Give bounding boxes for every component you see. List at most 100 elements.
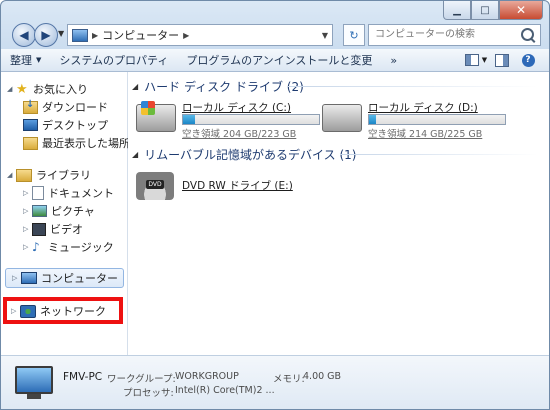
star-icon: ★ [16,81,28,97]
tree-libraries[interactable]: ◢ ライブラリ [7,166,91,184]
system-properties-button[interactable]: システムのプロパティ [50,49,177,71]
group-divider [340,154,538,155]
refresh-icon: ↻ [349,28,359,42]
tree-label: 最近表示した場所 [42,137,130,150]
breadcrumb-separator-icon[interactable]: ▶ [92,31,98,40]
drive-usage-bar [182,114,320,125]
group-header-label: ハード ディスク ドライブ (2) [144,79,304,94]
workgroup-value: WORKGROUP [175,371,239,382]
download-folder-icon [23,99,38,114]
tree-label: ミュージック [48,241,114,254]
processor-label: プロセッサ: [123,388,174,399]
address-bar[interactable]: ▶ コンピューター ▶ ▼ [67,24,333,46]
dvd-label: DVD [146,180,164,189]
search-input[interactable] [369,25,515,43]
dvd-drive-icon: DVD [136,172,174,200]
recent-pages-dropdown[interactable]: ▼ [58,29,64,38]
tree-label: お気に入り [33,83,88,96]
tree-collapsed-icon[interactable]: ▷ [23,207,32,215]
tree-label: ドキュメント [48,187,114,200]
forward-button[interactable]: ▶ [34,23,58,47]
tree-computer[interactable]: ▷ コンピューター [5,268,124,288]
video-icon [32,222,46,236]
pc-name: FMV-PC [63,371,103,383]
drive-c[interactable]: ローカル ディスク (C:) 空き領域 204 GB/223 GB [136,98,326,140]
workgroup-label: ワークグループ: [107,374,176,385]
group-divider [288,86,538,87]
breadcrumb-separator-icon[interactable]: ▶ [183,31,189,40]
uninstall-program-label: プログラムのアンインストールと変更 [186,54,373,67]
uninstall-program-button[interactable]: プログラムのアンインストールと変更 [177,49,381,71]
minimize-button[interactable]: ▁ [443,1,471,20]
maximize-button[interactable]: □ [471,1,499,20]
search-icon[interactable] [521,28,534,41]
tree-pictures[interactable]: ▷ ピクチャ [23,202,95,220]
breadcrumb-computer[interactable]: コンピューター [102,27,179,43]
highlight-frame [3,297,123,324]
tree-desktop[interactable]: デスクトップ [23,116,108,134]
drive-free-space: 空き領域 214 GB/225 GB [368,129,483,140]
tree-favorites[interactable]: ◢ ★ お気に入り [7,80,88,98]
tree-label: ビデオ [50,223,83,236]
tree-label: ダウンロード [42,101,108,114]
computer-icon [72,28,88,42]
close-button[interactable]: ✕ [499,1,543,20]
memory-value: 4.00 GB [303,371,342,382]
computer-icon [21,272,37,284]
view-icon [464,54,479,66]
caption-buttons: ▁ □ ✕ [443,1,543,20]
group-collapse-icon[interactable]: ◢ [132,150,138,159]
address-dropdown-icon[interactable]: ▼ [322,31,328,40]
search-box[interactable] [368,24,541,46]
back-button[interactable]: ◀ [12,23,36,47]
system-properties-label: システムのプロパティ [59,54,169,67]
tree-documents[interactable]: ▷ ドキュメント [23,184,114,202]
memory-label: メモリ: [273,374,305,385]
chevron-down-icon: ▼ [36,56,42,64]
refresh-button[interactable]: ↻ [343,24,365,46]
tree-collapsed-icon[interactable]: ▷ [23,189,32,197]
drive-free-space: 空き領域 204 GB/223 GB [182,129,297,140]
document-icon [32,186,44,200]
drive-name: ローカル ディスク (C:) [182,102,292,114]
drive-usage-fill [369,115,376,124]
tree-expanded-icon[interactable]: ◢ [7,171,16,179]
tree-label: ライブラリ [36,169,91,182]
drive-usage-fill [183,115,195,124]
group-hard-disk-drives[interactable]: ◢ ハード ディスク ドライブ (2) [132,77,304,95]
picture-icon [32,205,47,217]
tree-label: コンピューター [41,272,118,285]
drive-d[interactable]: ローカル ディスク (D:) 空き領域 214 GB/225 GB [322,98,512,140]
change-view-button[interactable]: ▼ [463,49,489,71]
help-button[interactable]: ? [515,49,541,71]
tree-collapsed-icon[interactable]: ▷ [12,274,21,282]
organize-button[interactable]: 整理 ▼ [1,49,50,71]
content-pane: ◢ ハード ディスク ドライブ (2) ローカル ディスク (C:) 空き領域 … [128,72,549,355]
toolbar-right: ▼ ? [463,49,541,71]
music-icon: ♪ [32,240,40,254]
forward-arrow-icon: ▶ [41,28,51,42]
windows-drive-icon [136,101,176,132]
help-icon: ? [521,53,535,67]
tree-collapsed-icon[interactable]: ▷ [23,225,32,233]
group-header-label: リムーバブル記憶域があるデバイス (1) [144,147,357,162]
group-removable-storage[interactable]: ◢ リムーバブル記憶域があるデバイス (1) [132,145,357,163]
tree-recent-places[interactable]: 最近表示した場所 [23,134,130,152]
tree-music[interactable]: ▷ ♪ ミュージック [23,238,114,256]
command-bar: 整理 ▼ システムのプロパティ プログラムのアンインストールと変更 » ▼ ? [1,49,549,72]
details-pane: FMV-PC ワークグループ: WORKGROUP メモリ: 4.00 GB プ… [1,355,549,409]
recent-places-icon [23,136,38,150]
group-collapse-icon[interactable]: ◢ [132,82,138,91]
drive-usage-bar [368,114,506,125]
tree-label: デスクトップ [42,119,108,132]
more-commands-button[interactable]: » [381,49,406,71]
tree-expanded-icon[interactable]: ◢ [7,85,16,93]
drive-icon [322,104,362,132]
tree-videos[interactable]: ▷ ビデオ [23,220,83,238]
preview-pane-button[interactable] [489,49,515,71]
tree-collapsed-icon[interactable]: ▷ [23,243,32,251]
drive-dvd[interactable]: DVD DVD RW ドライブ (E:) [136,168,326,210]
tree-downloads[interactable]: ダウンロード [23,98,108,116]
chevron-down-icon: ▼ [481,56,488,64]
processor-value: Intel(R) Core(TM)2 ... [175,385,275,396]
